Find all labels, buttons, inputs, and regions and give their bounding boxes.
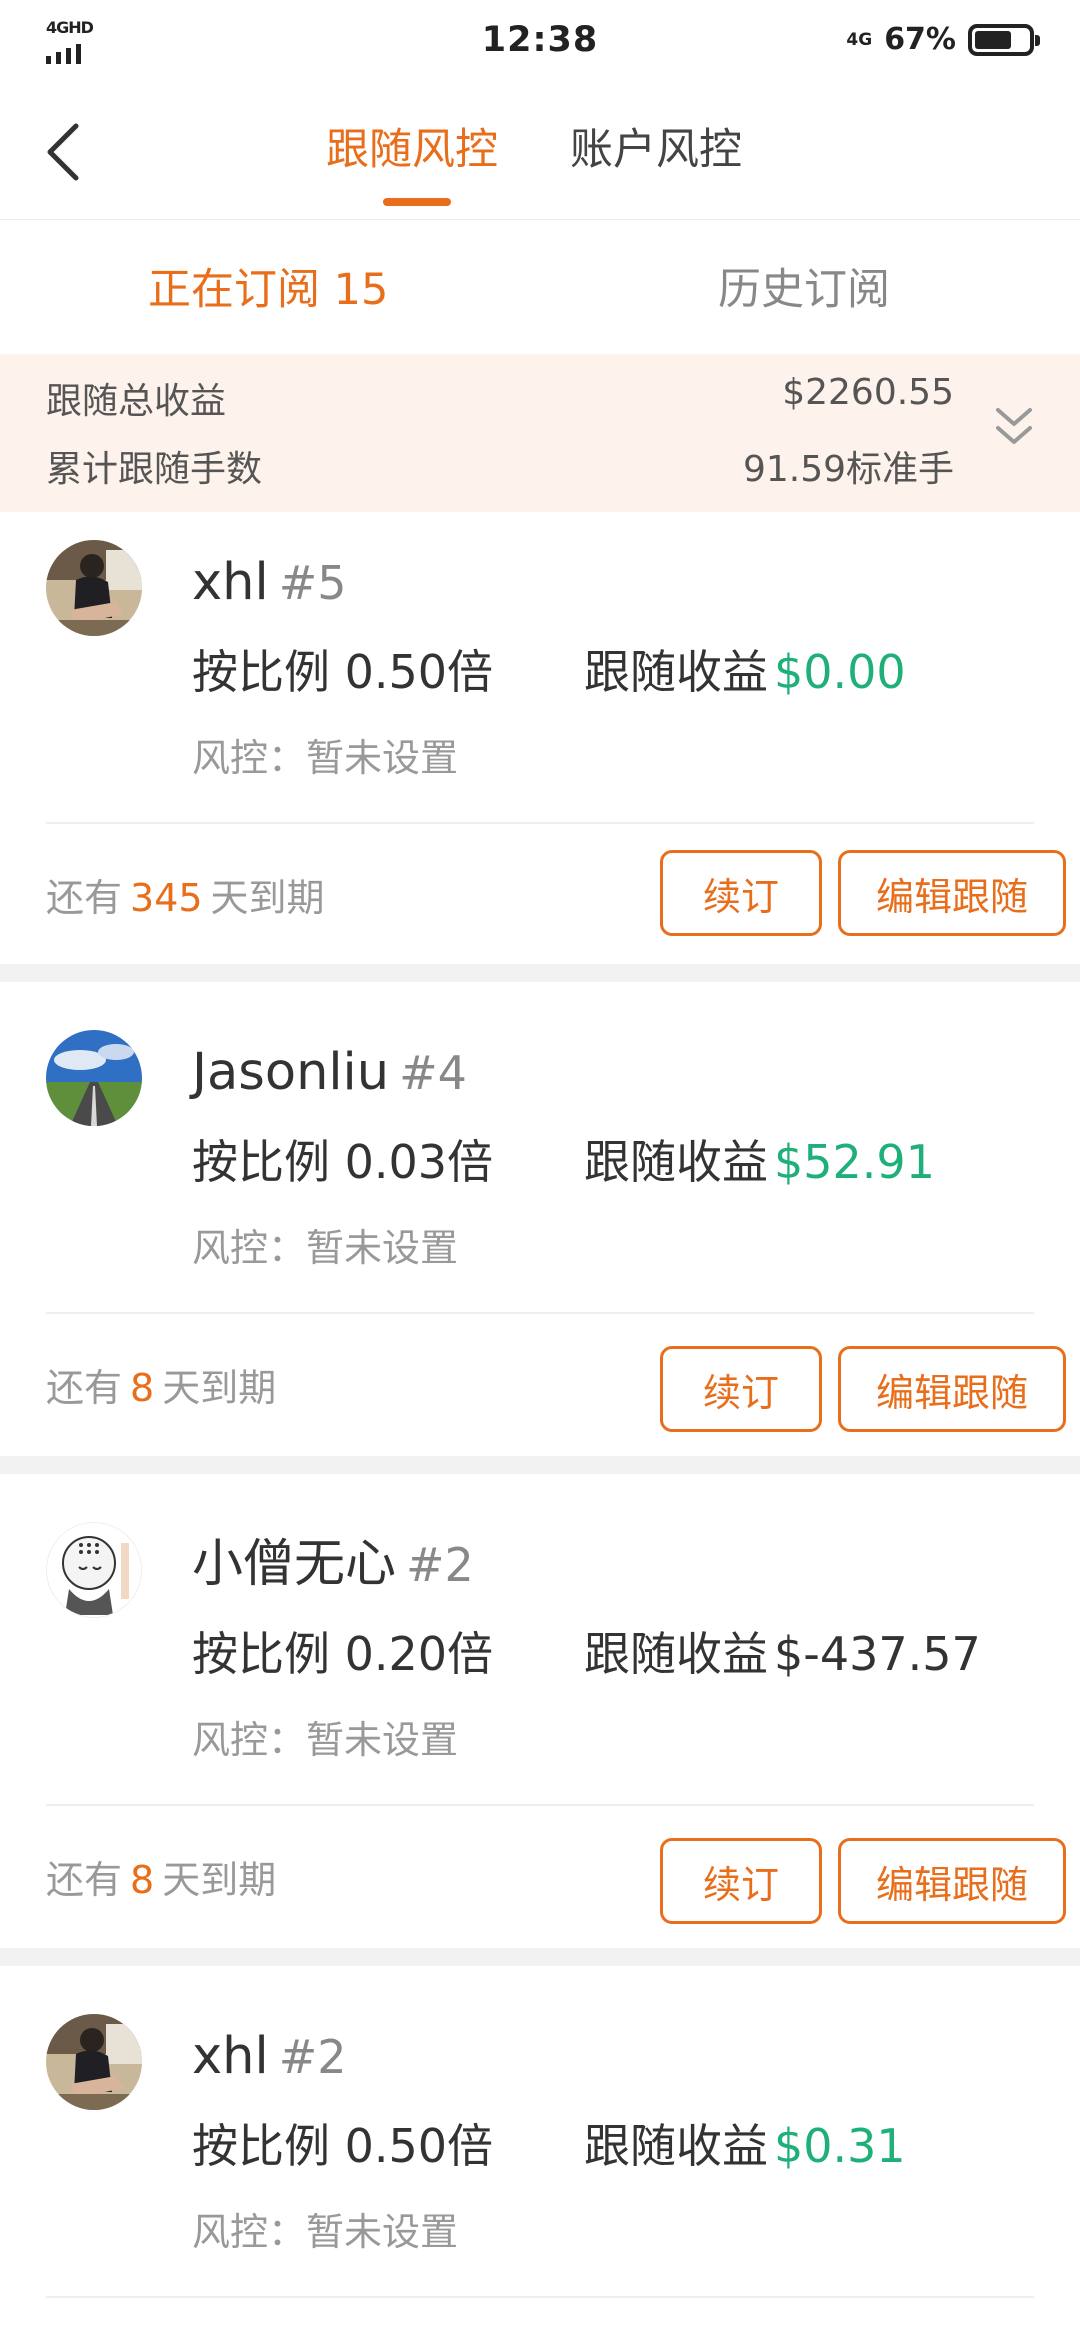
edit-follow-button[interactable]: 编辑跟随	[838, 850, 1066, 936]
double-chevron-down-icon	[996, 408, 1032, 444]
renew-button[interactable]: 续订	[660, 1346, 822, 1432]
trader-name-row[interactable]: xhl #2	[192, 2022, 347, 2092]
expand-summary-button[interactable]	[994, 404, 1034, 452]
total-profit-label: 跟随总收益	[46, 381, 227, 422]
expiry-text: 还有 8 天到期	[46, 1360, 276, 1416]
trader-rank: #5	[278, 556, 347, 610]
chevron-left-icon	[47, 123, 79, 181]
divider	[46, 822, 1034, 824]
tab-current-subscriptions[interactable]: 正在订阅 15	[148, 260, 388, 320]
subscription-card: xhl #5 按比例 0.50倍 跟随收益 $0.00 风控：暂未设置 还有 345 天…	[0, 512, 1080, 964]
risk-status: 风控：暂未设置	[192, 736, 459, 780]
follow-ratio: 按比例 0.20倍	[192, 1627, 494, 1681]
follow-profit-label: 跟随收益	[584, 1135, 768, 1189]
follow-profit: 跟随收益 $-437.57	[584, 1622, 981, 1686]
follow-summary[interactable]: 跟随总收益 $2260.55 累计跟随手数 91.59标准手	[0, 354, 1080, 512]
tab-follow-risk[interactable]: 跟随风控	[326, 120, 498, 180]
renew-button[interactable]: 续订	[660, 1838, 822, 1924]
trader-name-row[interactable]: xhl #5	[192, 548, 347, 618]
avatar[interactable]	[46, 1522, 142, 1618]
renew-button[interactable]: 续订	[660, 850, 822, 936]
follow-profit: 跟随收益 $0.31	[584, 2114, 906, 2178]
trader-name: Jasonliu	[192, 1043, 390, 1102]
follow-ratio: 按比例 0.50倍	[192, 645, 494, 699]
expiry-prefix: 还有	[46, 1858, 123, 1902]
edit-follow-button[interactable]: 编辑跟随	[838, 1838, 1066, 1924]
back-button[interactable]	[44, 120, 84, 184]
status-right: 4G 67%	[846, 22, 1040, 57]
expiry-days: 8	[130, 1366, 155, 1410]
tab-history-subscriptions[interactable]: 历史订阅	[718, 260, 890, 320]
app-header: 跟随风控 账户风控	[0, 84, 1080, 220]
follow-profit: 跟随收益 $52.91	[584, 1130, 935, 1194]
expiry-suffix: 天到期	[162, 1366, 277, 1410]
divider	[46, 2296, 1034, 2298]
expiry-days: 8	[130, 1858, 155, 1902]
subscription-tabs: 正在订阅 15 历史订阅	[0, 220, 1080, 354]
total-profit-value: $2260.55	[782, 372, 954, 413]
trader-rank: #2	[406, 1538, 474, 1592]
follow-profit-value: $52.91	[774, 1135, 935, 1189]
network-4g-indicator: 4G	[846, 29, 873, 50]
follow-profit-label: 跟随收益	[584, 1627, 768, 1681]
trader-name-row[interactable]: 小僧无心 #2	[192, 1530, 474, 1600]
expiry-suffix: 天到期	[210, 876, 325, 920]
status-bar: 4GHD 12:38 4G 67%	[0, 0, 1080, 84]
expiry-days: 345	[130, 876, 203, 920]
total-lots-label: 累计跟随手数	[46, 449, 263, 490]
subscription-card: xhl #2 按比例 0.50倍 跟随收益 $0.31 风控：暂未设置	[0, 1966, 1080, 2340]
avatar[interactable]	[46, 1030, 142, 1126]
avatar[interactable]	[46, 2014, 142, 2110]
follow-ratio: 按比例 0.50倍	[192, 2119, 494, 2173]
edit-follow-button[interactable]: 编辑跟随	[838, 1346, 1066, 1432]
expiry-prefix: 还有	[46, 876, 123, 920]
follow-profit-label: 跟随收益	[584, 2119, 768, 2173]
expiry-prefix: 还有	[46, 1366, 123, 1410]
trader-name: xhl	[192, 553, 269, 612]
risk-status: 风控：暂未设置	[192, 1718, 459, 1762]
total-lots-value: 91.59标准手	[742, 449, 954, 490]
subscription-card: 小僧无心 #2 按比例 0.20倍 跟随收益 $-437.57 风控：暂未设置 还有…	[0, 1474, 1080, 1948]
avatar[interactable]	[46, 540, 142, 636]
trader-name: 小僧无心	[192, 1535, 397, 1594]
battery-icon	[968, 23, 1040, 56]
follow-profit-value: $0.00	[774, 645, 906, 699]
subscription-card: Jasonliu #4 按比例 0.03倍 跟随收益 $52.91 风控：暂未设置 …	[0, 982, 1080, 1456]
expiry-text: 还有 345 天到期	[46, 870, 325, 926]
battery-percent: 67%	[884, 22, 956, 57]
trader-name: xhl	[192, 2027, 269, 2086]
risk-status: 风控：暂未设置	[192, 2210, 459, 2254]
follow-profit: 跟随收益 $0.00	[584, 640, 906, 704]
divider	[46, 1312, 1034, 1314]
risk-status: 风控：暂未设置	[192, 1226, 459, 1270]
expiry-suffix: 天到期	[162, 1858, 277, 1902]
page: 4GHD 12:38 4G 67% 跟随风控 账户风控 正在订阅 15 历史订阅…	[0, 0, 1080, 2340]
tab-account-risk[interactable]: 账户风控	[570, 120, 742, 180]
follow-profit-value: $-437.57	[774, 1627, 981, 1681]
trader-rank: #2	[278, 2030, 347, 2084]
follow-profit-label: 跟随收益	[584, 645, 768, 699]
follow-ratio: 按比例 0.03倍	[192, 1135, 494, 1189]
trader-name-row[interactable]: Jasonliu #4	[192, 1038, 467, 1108]
trader-rank: #4	[399, 1046, 467, 1100]
tab-indicator	[383, 198, 451, 206]
follow-profit-value: $0.31	[774, 2119, 906, 2173]
divider	[46, 1804, 1034, 1806]
expiry-text: 还有 8 天到期	[46, 1852, 276, 1908]
